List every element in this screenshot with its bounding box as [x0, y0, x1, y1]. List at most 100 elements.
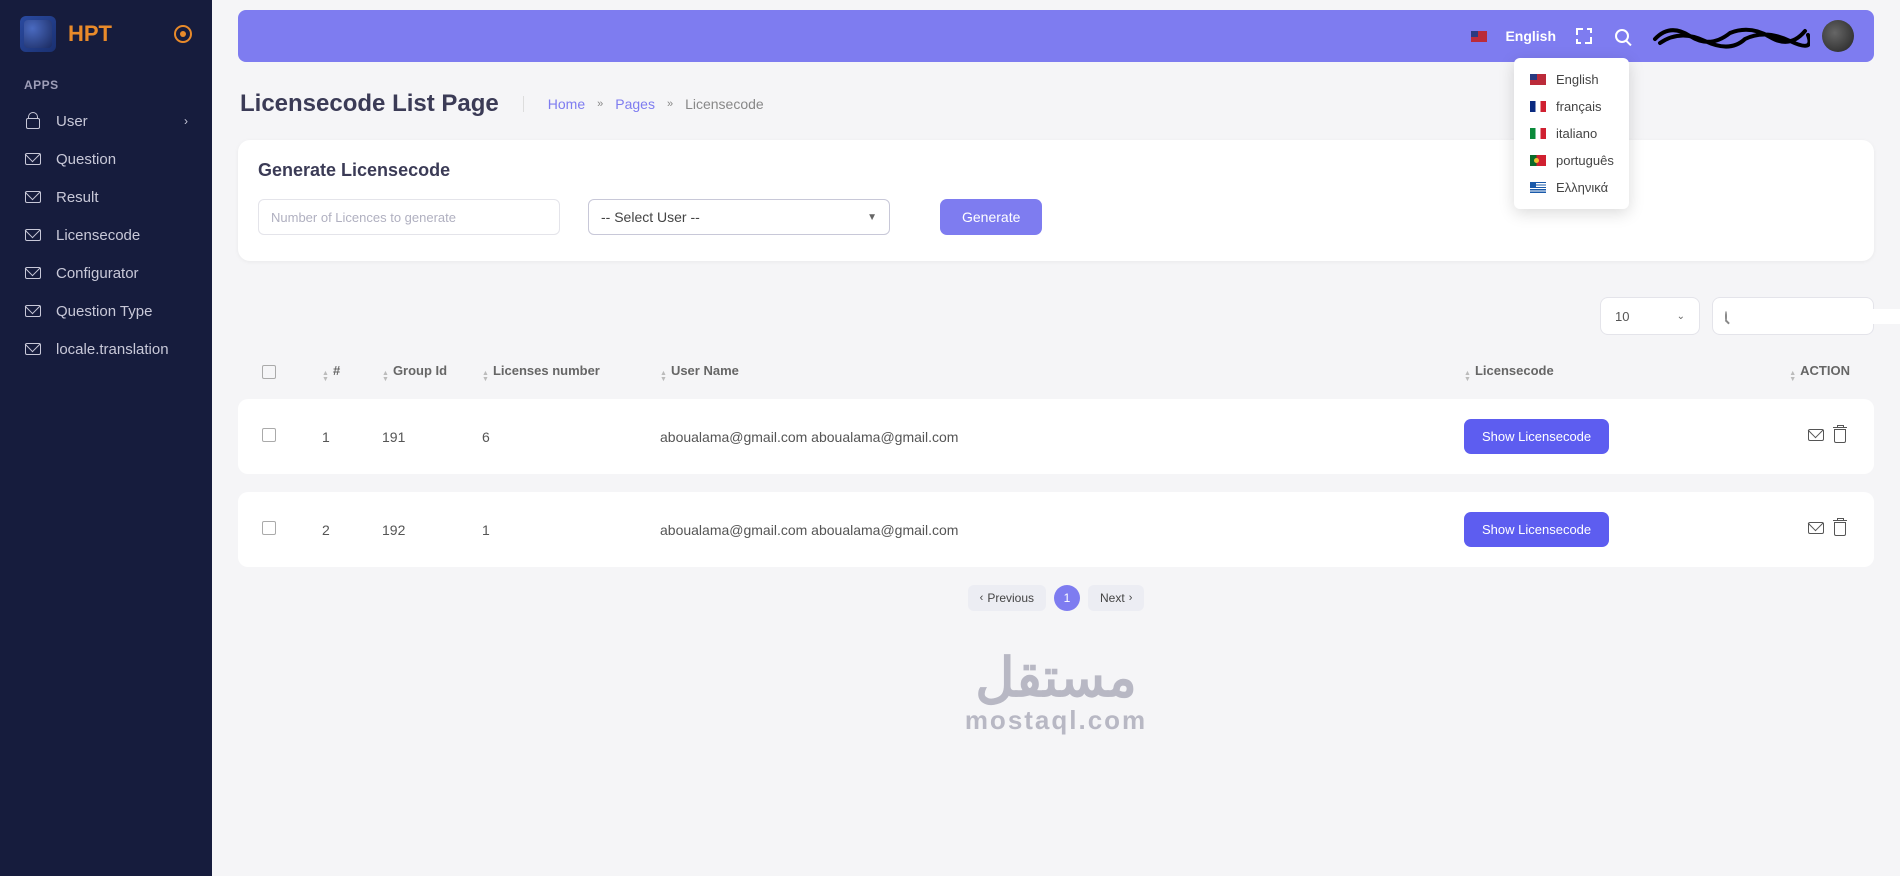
breadcrumb-current: Licensecode — [685, 96, 764, 112]
prev-label: Previous — [987, 591, 1034, 605]
delete-icon[interactable] — [1834, 429, 1850, 445]
mail-icon — [24, 264, 42, 282]
search-icon[interactable] — [1612, 26, 1632, 46]
brand-logo — [20, 16, 56, 52]
sidebar-section-title: APPS — [0, 72, 212, 102]
col-code: Licensecode — [1475, 363, 1554, 378]
sidebar-item-licensecode[interactable]: Licensecode — [0, 216, 212, 254]
lang-option-label: English — [1556, 72, 1599, 87]
sort-icon[interactable]: ▲▼ — [482, 371, 489, 383]
sidebar-item-question[interactable]: Question — [0, 140, 212, 178]
show-licensecode-button[interactable]: Show Licensecode — [1464, 512, 1609, 547]
flag-icon — [1530, 182, 1546, 193]
watermark-latin: mostaql.com — [965, 705, 1147, 736]
sidebar-item-label: locale.translation — [56, 341, 169, 358]
avatar[interactable] — [1822, 20, 1854, 52]
table-header-row: ▲▼ # ▲▼ Group Id ▲▼ Licenses number ▲▼ User … — [238, 347, 1874, 399]
chevron-right-icon: › — [184, 114, 188, 128]
col-licenses: Licenses number — [493, 363, 600, 378]
sidebar-item-user[interactable]: User › — [0, 102, 212, 140]
flag-icon — [1530, 155, 1546, 166]
sidebar-item-result[interactable]: Result — [0, 178, 212, 216]
flag-icon — [1530, 128, 1546, 139]
cell-group: 191 — [382, 429, 482, 445]
lang-option-fr[interactable]: français — [1514, 93, 1629, 120]
cell-licenses: 1 — [482, 522, 660, 538]
watermark-arabic: مستقل — [965, 651, 1147, 705]
sidebar: HPT APPS User › Question Result Licensecode C… — [0, 0, 212, 876]
flag-icon — [1530, 101, 1546, 112]
lock-icon — [24, 112, 42, 130]
user-select-label: -- Select User -- — [601, 209, 700, 225]
cell-num: 1 — [322, 429, 382, 445]
mail-icon[interactable] — [1808, 429, 1824, 445]
sort-icon[interactable]: ▲▼ — [382, 371, 389, 383]
flag-icon — [1471, 31, 1487, 42]
main-content: English English français italianoportuguês… — [212, 0, 1900, 876]
sort-icon[interactable]: ▲▼ — [322, 371, 329, 383]
lang-option-it[interactable]: italiano — [1514, 120, 1629, 147]
sidebar-item-locale-translation[interactable]: locale.translation — [0, 330, 212, 368]
sort-icon[interactable]: ▲▼ — [1464, 371, 1471, 383]
user-select[interactable]: -- Select User -- ▼ — [588, 199, 890, 235]
row-checkbox[interactable] — [262, 428, 276, 442]
fullscreen-icon[interactable] — [1574, 26, 1594, 46]
sort-icon[interactable]: ▲▼ — [660, 371, 667, 383]
table-search[interactable] — [1712, 297, 1874, 335]
col-user: User Name — [671, 363, 739, 378]
target-icon[interactable] — [174, 25, 192, 43]
breadcrumb-pages[interactable]: Pages — [615, 96, 655, 112]
lang-option-pt[interactable]: português — [1514, 147, 1629, 174]
sidebar-item-label: Question — [56, 151, 116, 168]
sort-icon[interactable]: ▲▼ — [1789, 371, 1796, 383]
sidebar-item-label: Result — [56, 189, 99, 206]
row-checkbox[interactable] — [262, 521, 276, 535]
page-size-select[interactable]: 10 ⌄ — [1600, 297, 1700, 335]
mail-icon — [24, 226, 42, 244]
sidebar-item-label: Configurator — [56, 265, 139, 282]
delete-icon[interactable] — [1834, 522, 1850, 538]
language-selector[interactable]: English — [1471, 28, 1556, 44]
mail-icon — [24, 340, 42, 358]
mail-icon — [24, 150, 42, 168]
show-licensecode-button[interactable]: Show Licensecode — [1464, 419, 1609, 454]
flag-icon — [1530, 74, 1546, 85]
sidebar-item-label: Question Type — [56, 303, 152, 320]
col-group: Group Id — [393, 363, 447, 378]
select-all-checkbox[interactable] — [262, 365, 276, 379]
page-size-value: 10 — [1615, 309, 1629, 324]
table-controls: 10 ⌄ — [238, 297, 1874, 335]
sidebar-item-question-type[interactable]: Question Type — [0, 292, 212, 330]
chevron-down-icon: ▼ — [867, 212, 877, 223]
page-number-1[interactable]: 1 — [1054, 585, 1080, 611]
table-row: 21921aboualama@gmail.com aboualama@gmail… — [238, 492, 1874, 567]
lang-option-us[interactable]: English — [1514, 66, 1629, 93]
language-current-label: English — [1505, 28, 1556, 44]
mail-icon[interactable] — [1808, 522, 1824, 538]
breadcrumb-sep-icon: » — [667, 98, 673, 110]
lang-option-gr[interactable]: Ελληνικά — [1514, 174, 1629, 201]
search-icon — [1725, 311, 1727, 322]
cell-licenses: 6 — [482, 429, 660, 445]
table-row: 11916aboualama@gmail.com aboualama@gmail… — [238, 399, 1874, 474]
mail-icon — [24, 302, 42, 320]
sidebar-item-label: User — [56, 113, 88, 130]
sidebar-item-configurator[interactable]: Configurator — [0, 254, 212, 292]
chevron-right-icon: › — [1129, 592, 1133, 604]
cell-user: aboualama@gmail.com aboualama@gmail.com — [660, 522, 1464, 538]
lang-option-label: français — [1556, 99, 1602, 114]
cell-group: 192 — [382, 522, 482, 538]
col-num: # — [333, 363, 340, 378]
mail-icon — [24, 188, 42, 206]
topbar: English Englishfrançaisitalianoportuguês… — [238, 10, 1874, 62]
next-button[interactable]: Next › — [1088, 585, 1144, 611]
language-dropdown: English français italianoportuguêsΕλληνικά — [1514, 58, 1629, 209]
brand-name: HPT — [68, 21, 174, 47]
breadcrumb-home[interactable]: Home — [548, 96, 585, 112]
sidebar-header: HPT — [0, 16, 212, 72]
table-search-input[interactable] — [1733, 309, 1900, 324]
license-count-input[interactable] — [258, 199, 560, 235]
cell-user: aboualama@gmail.com aboualama@gmail.com — [660, 429, 1464, 445]
prev-button[interactable]: ‹ Previous — [968, 585, 1046, 611]
generate-button[interactable]: Generate — [940, 199, 1042, 235]
